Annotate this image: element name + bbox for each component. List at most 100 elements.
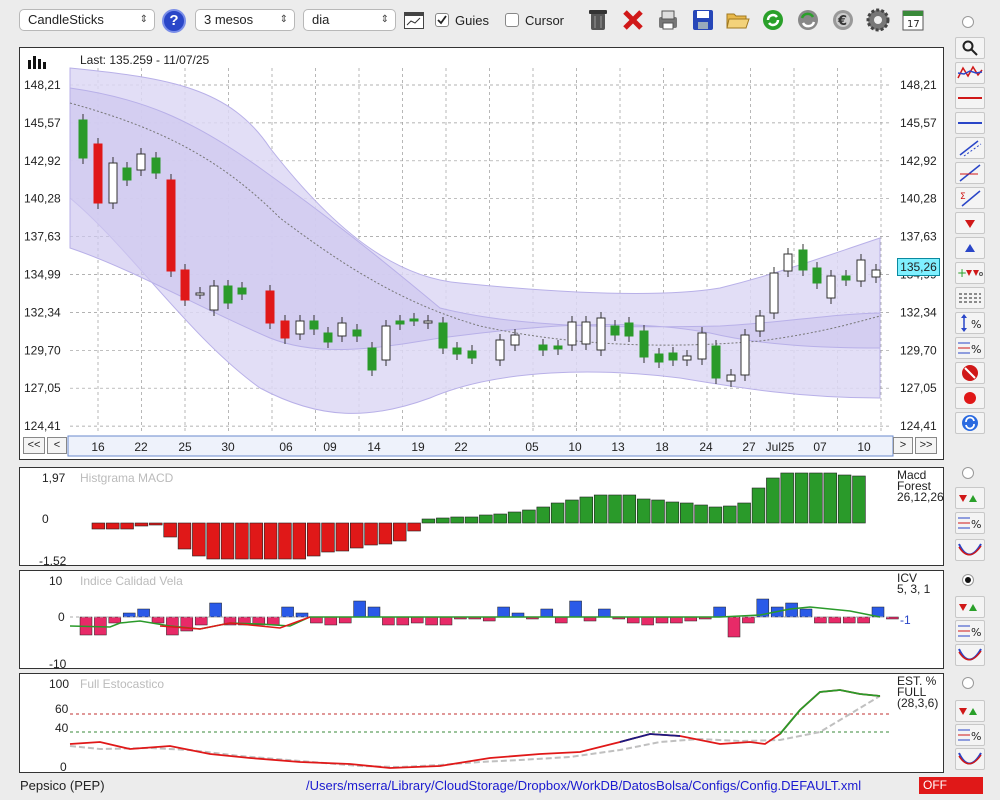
percent-lines-icon: % [958, 342, 981, 356]
icv-value: -1 [900, 613, 911, 627]
status-off-badge[interactable]: OFF [919, 777, 983, 794]
period-select[interactable]: 3 mesos ⇕ [195, 9, 295, 31]
candle-body [280, 320, 290, 339]
y-tick-label-right: 137,63 [900, 230, 937, 244]
candle-body [668, 352, 678, 361]
svg-text:%: % [971, 343, 981, 356]
price-chart[interactable]: 148,21 148,21 145,57 145,57 142,92 142,92 140,… [20, 48, 943, 459]
indicator-overlay-button[interactable] [955, 62, 985, 84]
y-tick-label: 0 [58, 610, 65, 624]
candle-body [352, 329, 362, 337]
record-button[interactable] [955, 387, 985, 409]
help-button[interactable]: ? [162, 9, 186, 33]
stochastic-panel[interactable]: 100 60 40 0 Full Estocastico EST. % FULL (2… [19, 673, 944, 773]
y-tick-label: 0 [42, 512, 49, 526]
channel-icon [959, 140, 982, 157]
y-tick-label-right: 140,28 [900, 192, 937, 206]
interval-select[interactable]: dia ⇕ [303, 9, 396, 31]
macd-panel[interactable]: 1,97 0 -1,52 Histgrama MACD Macd Forest 26… [19, 467, 944, 566]
icv-panel[interactable]: 10 0 -10 Indice Calidad Vela ICV 5, 3, 1 -… [19, 570, 944, 669]
stoch-percent-button[interactable]: % [955, 724, 985, 746]
macd-bar [192, 522, 206, 557]
open-button[interactable] [725, 7, 751, 33]
macd-radio[interactable] [962, 467, 974, 479]
icv-signals-button[interactable] [955, 596, 985, 618]
candle-body [381, 325, 391, 361]
macd-bar [450, 516, 464, 524]
buy-signal-button[interactable] [955, 237, 985, 259]
macd-bar [91, 522, 106, 530]
candle-body [841, 275, 851, 281]
macd-bar [766, 477, 780, 524]
refresh-button[interactable] [760, 7, 786, 33]
icv-radio[interactable] [962, 574, 974, 586]
y-tick-label-left: 145,57 [24, 116, 61, 130]
macd-cross-button[interactable] [955, 539, 985, 561]
price-panel[interactable]: 148,21 148,21 145,57 145,57 142,92 142,92 140,… [19, 47, 944, 460]
signals-button[interactable]: + [955, 262, 985, 284]
save-button[interactable] [690, 7, 716, 33]
nav-last-button[interactable]: >> [915, 437, 937, 454]
trendline-tool-button[interactable] [955, 162, 985, 184]
currency-button[interactable]: € [830, 7, 856, 33]
candle-body [495, 339, 505, 361]
chart-window-button[interactable] [404, 12, 424, 29]
nav-prev-button[interactable]: < [47, 437, 67, 454]
company-label: Pepsico (PEP) [20, 778, 105, 793]
sell-signal-button[interactable] [955, 212, 985, 234]
clear-button[interactable] [620, 7, 646, 33]
macd-bar [479, 514, 493, 524]
macd-label-3: 26,12,26 [897, 490, 944, 504]
checkmark-icon [437, 15, 447, 25]
macd-bar [393, 522, 407, 542]
swap-arrows-icon [962, 415, 978, 431]
y-tick-label-right: 148,21 [900, 78, 937, 92]
horizontal-line-red-button[interactable] [955, 87, 985, 109]
horizontal-line-blue-button[interactable] [955, 112, 985, 134]
fibonacci-icon: Σ [960, 190, 981, 207]
icv-percent-button[interactable]: % [955, 620, 985, 642]
config-path-link[interactable]: /Users/mserra/Library/CloudStorage/Dropb… [306, 778, 861, 793]
candle-body [323, 332, 333, 343]
print-button[interactable] [655, 7, 681, 33]
no-entry-icon [962, 365, 978, 381]
icv-bar [554, 616, 568, 624]
chart-type-select[interactable]: CandleSticks ⇕ [19, 9, 155, 31]
svg-text:%: % [971, 518, 981, 531]
y-tick-label: 0 [60, 760, 67, 772]
stoch-signals-button[interactable] [955, 700, 985, 722]
macd-bar [249, 522, 263, 560]
macd-bar [321, 522, 335, 553]
zoom-button[interactable] [955, 37, 985, 59]
icv-cross-button[interactable] [955, 644, 985, 666]
settings-button[interactable] [865, 7, 891, 33]
delete-button[interactable] [585, 7, 611, 33]
channel-tool-button[interactable] [955, 137, 985, 159]
stoch-cross-button[interactable] [955, 748, 985, 770]
red-dot-icon [964, 392, 976, 404]
guides-checkbox[interactable] [435, 13, 449, 27]
arrows-down-up-icon [959, 495, 977, 502]
icv-bar [655, 616, 669, 624]
nav-first-button[interactable]: << [23, 437, 45, 454]
candle-body [295, 320, 305, 335]
percent-scale-button[interactable]: % [955, 312, 985, 334]
macd-percent-button[interactable]: % [955, 512, 985, 534]
calendar-button[interactable]: 17 [900, 7, 926, 33]
icv-bar [137, 608, 150, 618]
macd-bar [665, 501, 680, 524]
last-price-label: Last: 135.259 - 11/07/25 [80, 53, 210, 67]
macd-signals-button[interactable] [955, 487, 985, 509]
fibonacci-tool-button[interactable]: Σ [955, 187, 985, 209]
grid-lines-button[interactable] [955, 287, 985, 309]
swap-button[interactable] [955, 412, 985, 434]
nav-next-button[interactable]: > [893, 437, 913, 454]
main-radio[interactable] [962, 16, 974, 28]
percent-lines-button[interactable]: % [955, 337, 985, 359]
candle-body [654, 353, 664, 363]
stochastic-radio[interactable] [962, 677, 974, 689]
cursor-checkbox[interactable] [505, 13, 519, 27]
stop-button[interactable] [955, 362, 985, 384]
macd-bar [723, 505, 737, 524]
sync-button[interactable] [795, 7, 821, 33]
